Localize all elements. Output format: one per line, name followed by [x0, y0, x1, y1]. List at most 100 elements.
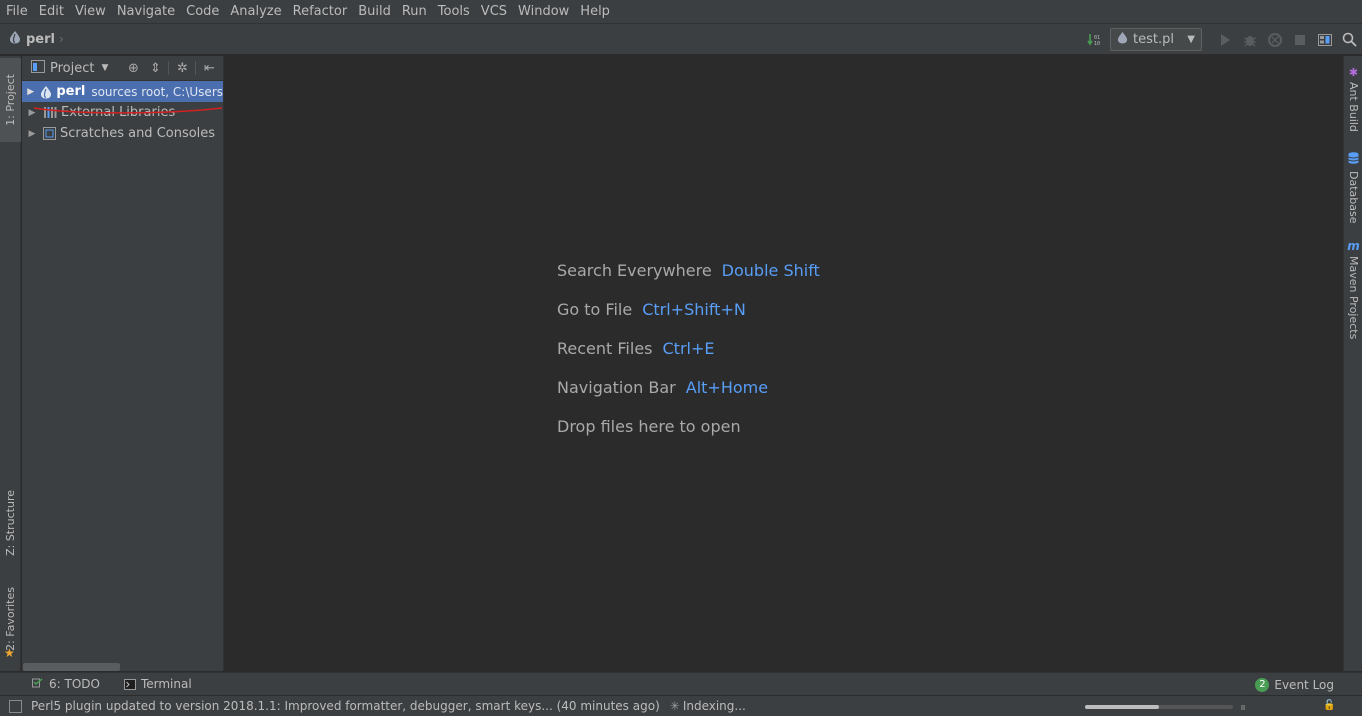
- collapse-all-icon[interactable]: ⇕: [144, 61, 166, 76]
- menu-tools[interactable]: Tools: [434, 4, 474, 19]
- tool-tab-project[interactable]: 1: Project: [0, 58, 21, 142]
- tool-tab-database[interactable]: Database: [1344, 152, 1362, 224]
- bottom-tool-bar: 6: TODO Terminal 2 Event Log: [0, 672, 1362, 695]
- tool-tab-favorites-label: 2: Favorites: [4, 587, 17, 651]
- red-underline-annotation: [33, 107, 223, 114]
- scroll-from-source-icon[interactable]: ⊕: [122, 61, 144, 76]
- database-icon: [1348, 152, 1359, 168]
- main-toolbar: 01 10 test.pl ▼: [1081, 24, 1362, 55]
- breadcrumb[interactable]: perl ›: [9, 30, 64, 48]
- project-panel-toolbar: Project ▼ ⊕ ⇕ ✲ ⇤: [22, 56, 223, 81]
- status-message[interactable]: Perl5 plugin updated to version 2018.1.1…: [31, 699, 660, 713]
- toggle-tool-windows-icon[interactable]: [9, 699, 22, 713]
- menu-run[interactable]: Run: [398, 4, 431, 19]
- breadcrumb-project[interactable]: perl: [26, 32, 55, 47]
- tree-node-perl[interactable]: ▶ perl sources root, C:\Users: [22, 81, 223, 102]
- hint-drop-files: Drop files here to open: [557, 407, 820, 446]
- lock-icon[interactable]: 🔓: [1323, 700, 1335, 711]
- tool-tab-database-label: Database: [1347, 171, 1360, 224]
- run-icon[interactable]: [1212, 27, 1237, 52]
- scratches-icon: [43, 127, 56, 140]
- gear-icon[interactable]: ✲: [171, 61, 193, 76]
- tree-node-label: perl: [56, 84, 86, 99]
- coverage-icon[interactable]: [1262, 27, 1287, 52]
- tree-node-path: sources root, C:\Users: [91, 84, 223, 99]
- terminal-icon: [123, 678, 136, 690]
- menu-view[interactable]: View: [71, 4, 110, 19]
- right-tool-strip: ✱ Ant Build Database m Maven Projects: [1343, 56, 1362, 671]
- tool-tab-maven-projects[interactable]: m Maven Projects: [1344, 239, 1362, 339]
- hint-go-to-file: Go to File Ctrl+Shift+N: [557, 290, 820, 329]
- run-configuration-label: test.pl: [1133, 32, 1174, 47]
- indexing-progress-bar[interactable]: [1085, 705, 1233, 709]
- tool-tab-event-log[interactable]: 2 Event Log: [1255, 673, 1334, 696]
- tool-tab-todo[interactable]: 6: TODO: [32, 677, 100, 691]
- event-count-badge: 2: [1255, 677, 1270, 692]
- hint-action: Go to File: [557, 300, 633, 319]
- project-structure-icon[interactable]: [1312, 27, 1337, 52]
- menu-analyze[interactable]: Analyze: [226, 4, 285, 19]
- hint-shortcut: Double Shift: [721, 261, 820, 280]
- horizontal-scrollbar[interactable]: [23, 663, 120, 671]
- tool-tab-ant-label: Ant Build: [1347, 82, 1360, 132]
- toolbar-divider: [168, 61, 170, 75]
- debug-icon[interactable]: [1237, 27, 1262, 52]
- menu-help[interactable]: Help: [576, 4, 614, 19]
- sort-binary-icon[interactable]: 01 10: [1081, 27, 1106, 52]
- editor-area[interactable]: Search Everywhere Double Shift Go to Fil…: [225, 56, 1343, 671]
- stop-icon[interactable]: [1287, 27, 1312, 52]
- perl-onion-icon: [9, 30, 21, 48]
- project-panel: Project ▼ ⊕ ⇕ ✲ ⇤ ▶ perl sources root, C…: [22, 56, 224, 671]
- left-tool-strip: 1: Project Z: Structure 2: Favorites ★: [0, 56, 21, 671]
- hint-navigation-bar: Navigation Bar Alt+Home: [557, 368, 820, 407]
- pause-icon[interactable]: ⏸: [1240, 700, 1246, 715]
- project-view-icon: [31, 59, 45, 77]
- indexing-label[interactable]: Indexing...: [683, 699, 746, 713]
- expand-arrow-icon[interactable]: ▶: [26, 87, 35, 97]
- tool-tab-todo-label: 6: TODO: [49, 677, 100, 691]
- search-icon[interactable]: [1337, 27, 1362, 52]
- tool-tab-maven-label: Maven Projects: [1347, 256, 1360, 340]
- menu-vcs[interactable]: VCS: [477, 4, 511, 19]
- menu-build[interactable]: Build: [354, 4, 395, 19]
- maven-icon: m: [1347, 239, 1360, 253]
- perl-onion-icon: [40, 85, 52, 99]
- svg-text:10: 10: [1094, 41, 1100, 47]
- indexing-progress-fill: [1085, 705, 1159, 709]
- hint-shortcut: Ctrl+E: [662, 339, 715, 358]
- editor-hints: Search Everywhere Double Shift Go to Fil…: [557, 251, 820, 446]
- todo-icon: [32, 678, 44, 690]
- run-configuration-select[interactable]: test.pl ▼: [1110, 28, 1202, 51]
- tree-node-scratches[interactable]: ▶ Scratches and Consoles: [22, 123, 223, 144]
- menu-navigate[interactable]: Navigate: [113, 4, 179, 19]
- chevron-down-icon: ▼: [1187, 34, 1195, 45]
- menu-window[interactable]: Window: [514, 4, 573, 19]
- spinner-icon: ✳: [669, 699, 680, 713]
- toolbar-divider: [195, 61, 197, 75]
- menu-refactor[interactable]: Refactor: [289, 4, 352, 19]
- tool-tab-structure[interactable]: Z: Structure: [0, 482, 21, 564]
- expand-arrow-icon[interactable]: ▶: [26, 129, 38, 139]
- hint-action: Navigation Bar: [557, 378, 676, 397]
- navigation-bar: perl › 01 10 test.pl ▼: [0, 24, 1362, 55]
- project-view-selector[interactable]: Project: [50, 61, 94, 76]
- tool-tab-terminal-label: Terminal: [140, 677, 192, 691]
- tool-tab-event-log-label: Event Log: [1274, 677, 1334, 692]
- perl-onion-icon: [1117, 31, 1128, 48]
- hint-recent-files: Recent Files Ctrl+E: [557, 329, 820, 368]
- chevron-down-icon[interactable]: ▼: [101, 63, 108, 73]
- tree-node-label: Scratches and Consoles: [60, 126, 216, 141]
- menu-code[interactable]: Code: [182, 4, 223, 19]
- hint-action: Recent Files: [557, 339, 653, 358]
- tool-tab-terminal[interactable]: Terminal: [123, 677, 192, 691]
- hint-shortcut: Alt+Home: [685, 378, 769, 397]
- tool-tab-project-label: 1: Project: [4, 74, 17, 126]
- hint-action: Search Everywhere: [557, 261, 712, 280]
- chevron-right-icon: ›: [59, 32, 64, 46]
- tool-tab-ant-build[interactable]: ✱ Ant Build: [1344, 66, 1362, 132]
- ant-icon: ✱: [1348, 66, 1359, 79]
- hint-search-everywhere: Search Everywhere Double Shift: [557, 251, 820, 290]
- menu-edit[interactable]: Edit: [35, 4, 68, 19]
- menu-file[interactable]: File: [2, 4, 32, 19]
- hide-panel-icon[interactable]: ⇤: [198, 61, 220, 76]
